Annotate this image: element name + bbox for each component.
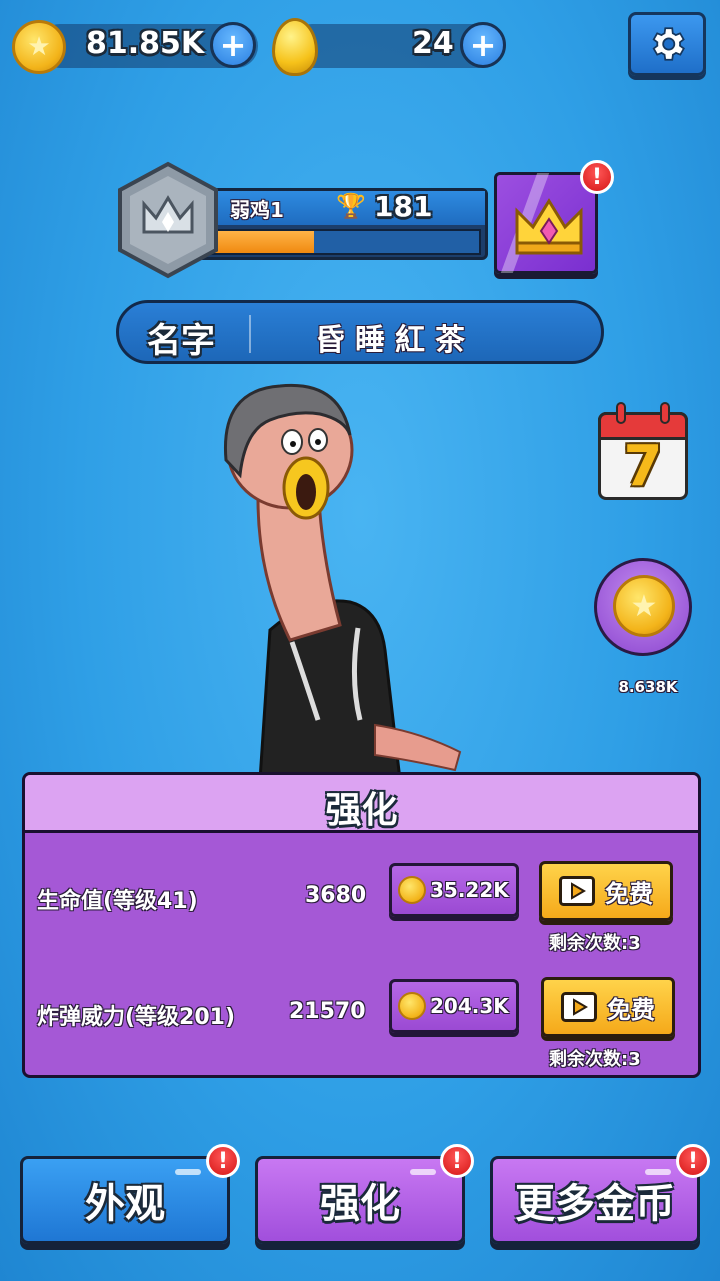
bomb-upgrade-label: 炸弹威力(等级201) (37, 1005, 236, 1030)
gear-icon (652, 27, 685, 61)
coin-bonus-button[interactable]: ★ (594, 558, 692, 656)
button-shine (175, 1169, 201, 1175)
nav-more-coins-button[interactable]: 更多金币 (490, 1156, 700, 1244)
nav-appearance-label: 外观 (85, 1181, 165, 1227)
bomb-upgrade-cost: 204.3K (430, 994, 509, 1018)
calendar-ring-left (616, 402, 626, 424)
name-label: 名字 (147, 321, 215, 361)
rank-progress-track (211, 229, 481, 255)
button-shine (410, 1169, 436, 1175)
nav-upgrade-label: 强化 (320, 1181, 400, 1227)
hp-upgrade-cost: 35.22K (430, 878, 509, 902)
bomb-upgrade-value: 21570 (289, 999, 366, 1024)
add-gems-button[interactable]: + (460, 22, 506, 68)
name-divider (249, 315, 251, 353)
golden-egg-icon (272, 18, 318, 76)
coin-icon (398, 992, 426, 1020)
chicken-character[interactable] (200, 380, 480, 780)
nav-more-coins-label: 更多金币 (515, 1181, 675, 1227)
coin-icon (398, 876, 426, 904)
bomb-upgrade-cost-button[interactable]: 204.3K (389, 979, 519, 1033)
coin-balance: 81.85K (86, 26, 205, 61)
coin-icon: ★ (12, 20, 66, 74)
video-play-icon (559, 876, 595, 906)
settings-button[interactable] (628, 12, 706, 76)
hp-upgrade-remaining: 剩余次数:3 (549, 933, 641, 954)
crown-alert-badge: ! (580, 160, 614, 194)
button-shine (645, 1169, 671, 1175)
appearance-alert-badge: ! (206, 1144, 240, 1178)
calendar-day: 7 (623, 434, 663, 499)
bomb-upgrade-free-button[interactable]: 免费 (541, 977, 675, 1037)
add-coins-button[interactable]: + (210, 22, 256, 68)
daily-calendar-button[interactable]: 7 (598, 402, 688, 500)
video-play-icon (561, 992, 597, 1022)
coin-bonus-icon: ★ (613, 575, 675, 637)
bomb-upgrade-remaining: 剩余次数:3 (549, 1049, 641, 1070)
name-bar[interactable]: 名字 昏睡紅茶 (116, 300, 604, 364)
trophy-count: 181 (374, 190, 433, 223)
hp-upgrade-label: 生命值(等级41) (37, 889, 198, 914)
hp-upgrade-free-button[interactable]: 免费 (539, 861, 673, 921)
more-coins-alert-badge: ! (676, 1144, 710, 1178)
rank-badge-icon[interactable] (114, 160, 222, 280)
crown-rewards-button[interactable] (494, 172, 598, 274)
nav-appearance-button[interactable]: 外观 (20, 1156, 230, 1244)
gem-balance: 24 (412, 26, 454, 61)
hp-upgrade-value: 3680 (305, 883, 367, 908)
calendar-ring-right (660, 402, 670, 424)
hp-upgrade-free-label: 免费 (605, 879, 653, 908)
rank-progress-fill (213, 231, 315, 253)
nav-upgrade-button[interactable]: 强化 (255, 1156, 465, 1244)
hp-upgrade-cost-button[interactable]: 35.22K (389, 863, 519, 917)
player-name: 昏睡紅茶 (315, 323, 475, 358)
coin-bonus-amount: 8.638K (618, 678, 678, 696)
upgrade-panel-title: 强化 (325, 790, 398, 831)
upgrade-panel: 强化 生命值(等级41) 3680 35.22K 免费 剩余次数:3 炸弹威力(… (22, 772, 701, 1078)
rank-name: 弱鸡1 (230, 198, 284, 222)
crown-icon (515, 198, 583, 255)
bomb-upgrade-free-label: 免费 (607, 995, 655, 1024)
upgrade-alert-badge: ! (440, 1144, 474, 1178)
trophy-icon: 🏆 (336, 192, 366, 220)
